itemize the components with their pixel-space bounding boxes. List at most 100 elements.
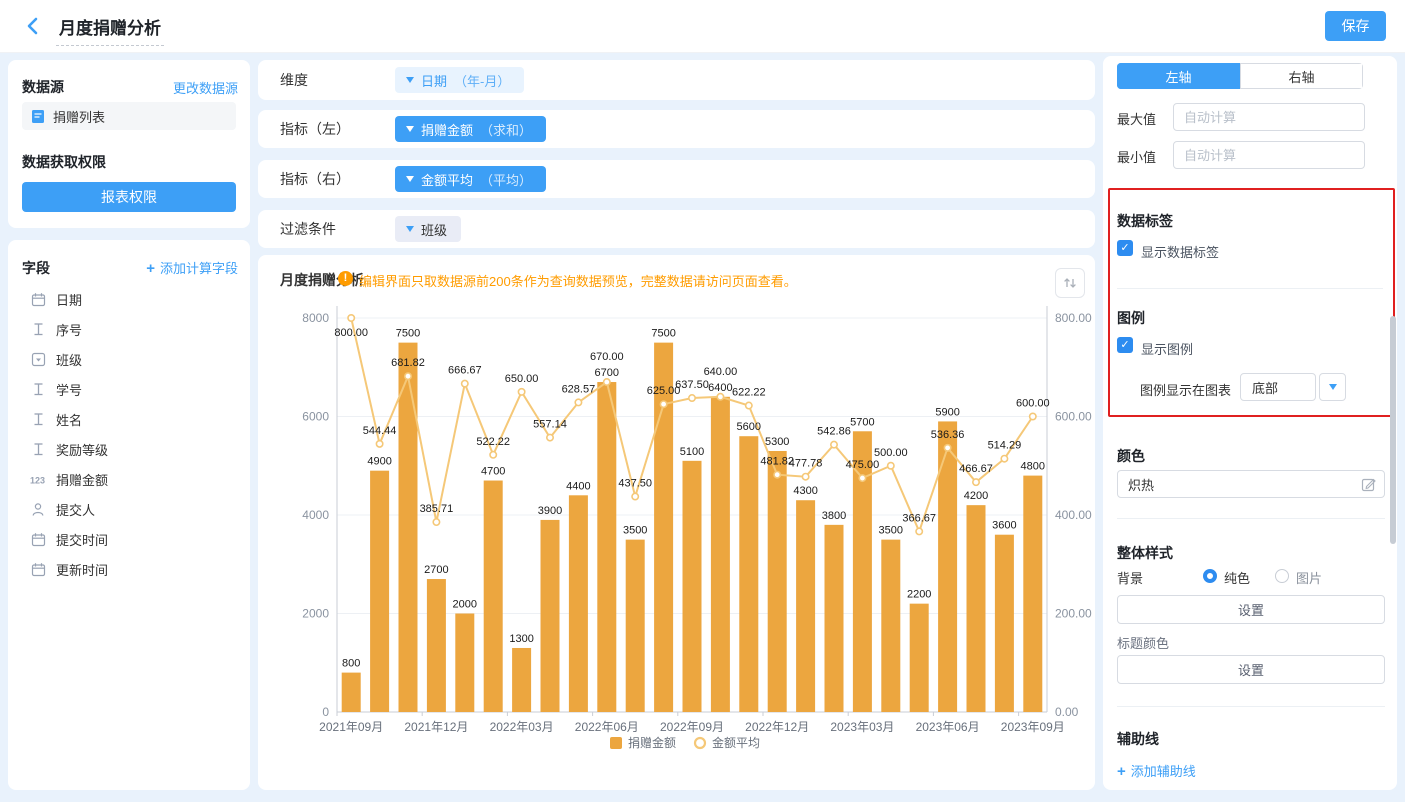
chevron-down-icon — [406, 176, 414, 182]
line-data-label: 385.71 — [420, 503, 454, 515]
min-value-input[interactable] — [1173, 141, 1365, 169]
line-point[interactable] — [746, 402, 752, 408]
donation-bar[interactable] — [881, 540, 900, 712]
line-point[interactable] — [717, 394, 723, 400]
config-pill-metric-right[interactable]: 金额平均（平均） — [395, 166, 546, 192]
change-datasource-link[interactable]: 更改数据源 — [173, 78, 238, 97]
legend-line-swatch[interactable] — [695, 738, 705, 748]
radio-image[interactable] — [1275, 569, 1289, 583]
line-point[interactable] — [944, 445, 950, 451]
pill-suffix: （求和） — [480, 120, 532, 139]
save-button[interactable]: 保存 — [1325, 11, 1386, 41]
donation-bar[interactable] — [626, 540, 645, 712]
donation-bar[interactable] — [796, 500, 815, 712]
donation-chart[interactable]: 020004000600080000.00200.00400.00600.008… — [258, 255, 1095, 790]
line-point[interactable] — [831, 441, 837, 447]
donation-bar[interactable] — [967, 505, 986, 712]
datasource-table-item[interactable]: 捐赠列表 — [22, 102, 236, 130]
donation-bar[interactable] — [683, 461, 702, 712]
line-point[interactable] — [518, 389, 524, 395]
color-theme-input[interactable] — [1117, 470, 1385, 498]
legend-line-label[interactable]: 金额平均 — [712, 735, 760, 750]
line-point[interactable] — [802, 473, 808, 479]
field-item[interactable]: 学号 — [22, 374, 240, 404]
field-item[interactable]: 提交时间 — [22, 524, 240, 554]
bar-data-label: 5300 — [765, 436, 789, 448]
edit-icon[interactable] — [1361, 476, 1377, 492]
scrollbar-thumb[interactable] — [1390, 316, 1396, 544]
field-item[interactable]: 123捐赠金额 — [22, 464, 240, 494]
line-point[interactable] — [490, 452, 496, 458]
donation-bar[interactable] — [711, 397, 730, 712]
donation-bar[interactable] — [739, 436, 758, 712]
tab-right-axis[interactable]: 右轴 — [1240, 63, 1363, 89]
line-point[interactable] — [859, 475, 865, 481]
line-point[interactable] — [376, 441, 382, 447]
line-point[interactable] — [405, 373, 411, 379]
legend-position-dropdown-button[interactable] — [1319, 373, 1346, 401]
donation-bar[interactable] — [853, 431, 872, 712]
tab-left-axis[interactable]: 左轴 — [1117, 63, 1240, 89]
donation-bar[interactable] — [427, 579, 446, 712]
show-data-label-checkbox[interactable] — [1117, 240, 1133, 256]
donation-bar[interactable] — [569, 495, 588, 712]
donation-bar[interactable] — [342, 673, 361, 712]
line-point[interactable] — [547, 434, 553, 440]
field-item[interactable]: 更新时间 — [22, 554, 240, 584]
legend-bar-label[interactable]: 捐赠金额 — [628, 735, 676, 750]
field-item[interactable]: 姓名 — [22, 404, 240, 434]
max-value-input[interactable] — [1173, 103, 1365, 131]
donation-bar[interactable] — [654, 343, 673, 712]
legend-bar-swatch[interactable] — [610, 737, 622, 749]
donation-bar[interactable] — [512, 648, 531, 712]
x-axis-tick-label: 2022年03月 — [490, 720, 554, 734]
donation-bar[interactable] — [370, 471, 389, 712]
legend-position-label: 图例显示在图表 — [1140, 380, 1231, 399]
config-pill-metric-left[interactable]: 捐赠金额（求和） — [395, 116, 546, 142]
line-point[interactable] — [1001, 456, 1007, 462]
donation-bar[interactable] — [484, 481, 503, 712]
donation-bar[interactable] — [399, 343, 418, 712]
add-guide-line-link[interactable]: +添加辅助线 — [1117, 761, 1196, 780]
show-legend-checkbox[interactable] — [1117, 337, 1133, 353]
add-calculated-field-link[interactable]: +添加计算字段 — [146, 258, 238, 277]
donation-bar[interactable] — [455, 614, 474, 713]
line-point[interactable] — [632, 493, 638, 499]
line-point[interactable] — [973, 479, 979, 485]
donation-bar[interactable] — [597, 382, 616, 712]
back-button[interactable] — [22, 13, 46, 39]
report-permission-button[interactable]: 报表权限 — [22, 182, 236, 212]
sort-button[interactable] — [1055, 268, 1085, 298]
title-color-settings-button[interactable]: 设置 — [1117, 655, 1385, 684]
donation-bar[interactable] — [910, 604, 929, 712]
field-item[interactable]: 日期 — [22, 284, 240, 314]
bar-data-label: 3500 — [879, 525, 903, 537]
radio-solid-color[interactable] — [1203, 569, 1217, 583]
line-point[interactable] — [774, 472, 780, 478]
field-item[interactable]: 序号 — [22, 314, 240, 344]
donation-bar[interactable] — [995, 535, 1014, 712]
page-title[interactable]: 月度捐赠分析 — [56, 14, 164, 46]
line-point[interactable] — [604, 379, 610, 385]
donation-bar[interactable] — [541, 520, 560, 712]
background-settings-button[interactable]: 设置 — [1117, 595, 1385, 624]
background-label: 背景 — [1117, 568, 1143, 587]
donation-bar[interactable] — [825, 525, 844, 712]
donation-bar[interactable] — [768, 451, 787, 712]
line-point[interactable] — [689, 395, 695, 401]
line-point[interactable] — [575, 399, 581, 405]
line-point[interactable] — [888, 463, 894, 469]
line-point[interactable] — [916, 528, 922, 534]
field-item[interactable]: 奖励等级 — [22, 434, 240, 464]
config-pill-dimension[interactable]: 日期（年-月） — [395, 67, 524, 93]
donation-bar[interactable] — [1023, 476, 1042, 712]
field-item[interactable]: 班级 — [22, 344, 240, 374]
line-point[interactable] — [433, 519, 439, 525]
line-point[interactable] — [462, 380, 468, 386]
line-point[interactable] — [348, 315, 354, 321]
line-point[interactable] — [660, 401, 666, 407]
legend-position-select[interactable]: 底部 — [1240, 373, 1316, 401]
field-item[interactable]: 提交人 — [22, 494, 240, 524]
config-pill-filter[interactable]: 班级 — [395, 216, 461, 242]
line-point[interactable] — [1030, 413, 1036, 419]
